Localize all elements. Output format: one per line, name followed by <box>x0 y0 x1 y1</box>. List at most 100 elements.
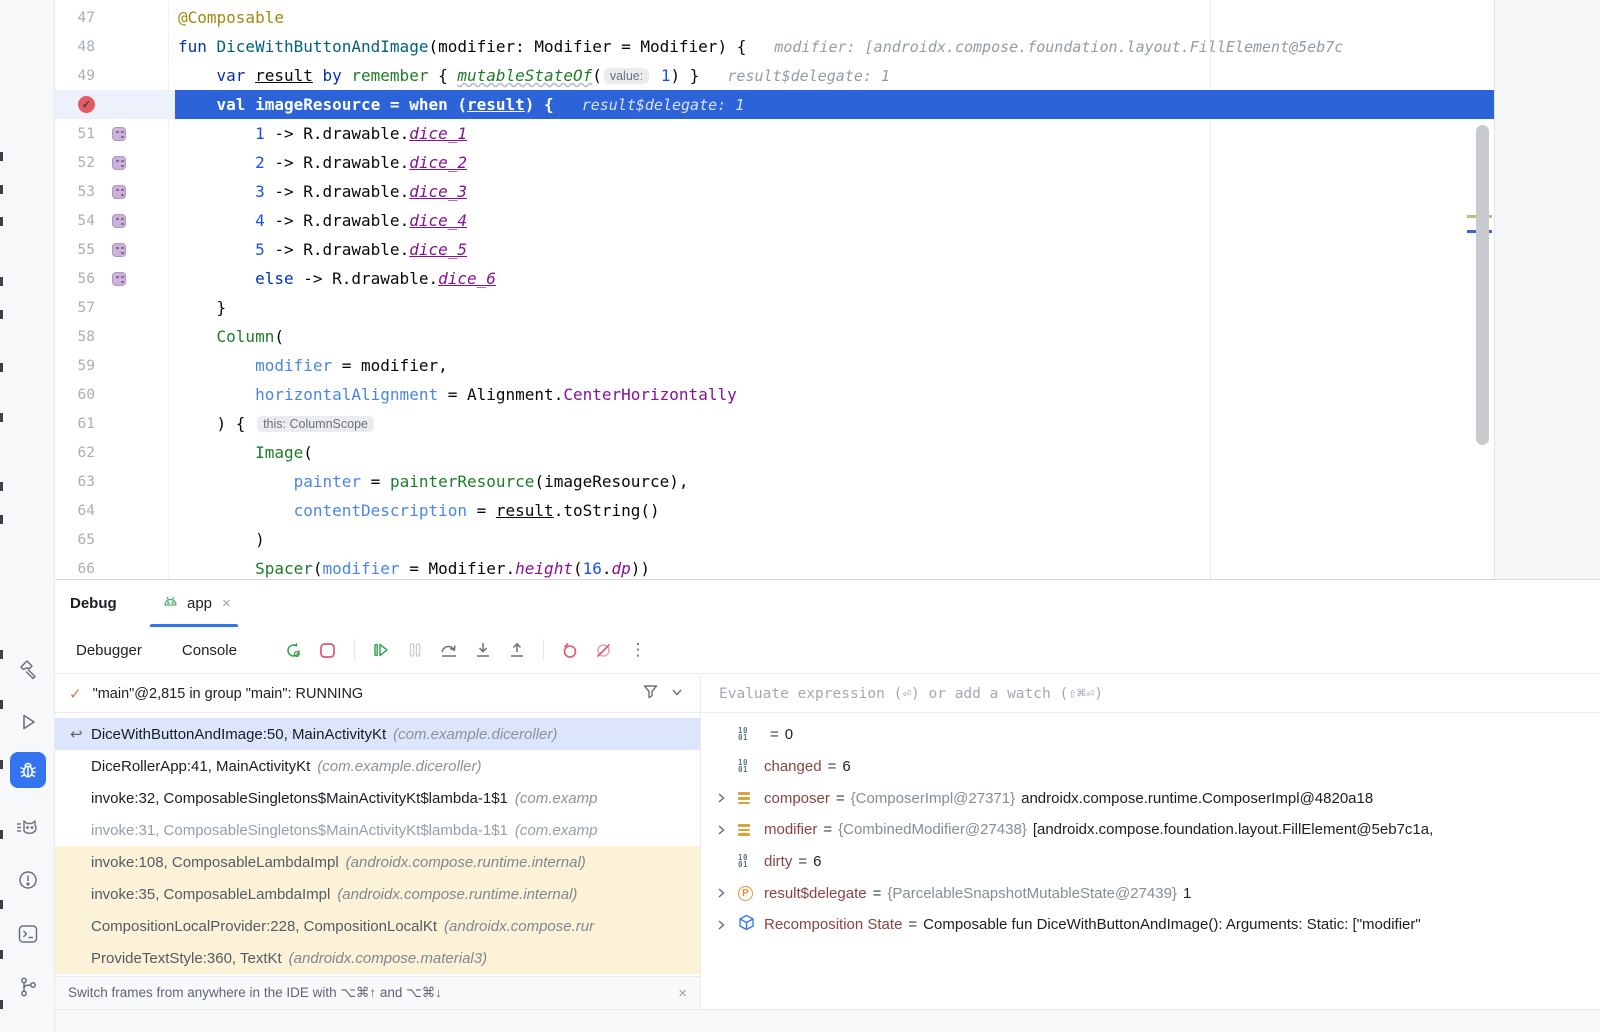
problems-tool-button[interactable] <box>10 862 46 898</box>
line-number[interactable]: 53 <box>55 184 95 200</box>
stack-frame-row[interactable]: invoke:32, ComposableSingletons$MainActi… <box>55 782 700 814</box>
code-line[interactable]: 47@Composable <box>55 3 1494 32</box>
editor-scrollbar[interactable] <box>1476 125 1489 445</box>
clipped-edge-mark <box>0 950 3 959</box>
variable-row[interactable]: 1001=0 <box>701 719 1600 751</box>
line-number[interactable]: 57 <box>55 300 95 316</box>
variable-row[interactable]: composer={ComposerImpl@27371}androidx.co… <box>701 782 1600 814</box>
line-number[interactable]: 64 <box>55 503 95 519</box>
stack-frame-row[interactable]: invoke:108, ComposableLambdaImpl(android… <box>55 846 700 878</box>
variable-value: 0 <box>785 726 793 743</box>
expand-chevron-icon[interactable] <box>715 792 738 804</box>
view-breakpoints-icon[interactable] <box>557 637 583 663</box>
chevron-down-icon[interactable] <box>670 685 684 703</box>
code-line[interactable]: 51 1 -> R.drawable.dice_1 <box>55 119 1494 148</box>
dice-resource-icon <box>112 127 126 141</box>
line-number[interactable]: 58 <box>55 329 95 345</box>
thread-selector[interactable]: ✓ "main"@2,815 in group "main": RUNNING <box>55 675 700 713</box>
code-line[interactable]: 62 Image( <box>55 438 1494 467</box>
line-number[interactable]: 55 <box>55 242 95 258</box>
variable-row[interactable]: Recomposition State=Composable fun DiceW… <box>701 909 1600 941</box>
line-number[interactable]: 63 <box>55 474 95 490</box>
variable-name: composer <box>764 790 830 807</box>
code-line[interactable]: ✓ val imageResource = when (result) {res… <box>55 90 1494 119</box>
line-number[interactable]: 61 <box>55 416 95 432</box>
code-text: } <box>175 293 1494 322</box>
line-number[interactable]: 66 <box>55 561 95 577</box>
filter-icon[interactable] <box>642 683 659 704</box>
profiler-tool-button[interactable] <box>10 810 46 846</box>
stack-frame-row[interactable]: ↩DiceWithButtonAndImage:50, MainActivity… <box>55 718 700 750</box>
stack-frame-row[interactable]: CompositionLocalProvider:228, Compositio… <box>55 910 700 942</box>
run-tool-button[interactable] <box>10 704 46 740</box>
version-control-tool-button[interactable] <box>10 969 46 1005</box>
stack-frame-row[interactable]: invoke:31, ComposableSingletons$MainActi… <box>55 814 700 846</box>
pause-icon[interactable] <box>402 637 428 663</box>
mute-breakpoints-icon[interactable] <box>591 637 617 663</box>
variable-row[interactable]: Presult$delegate={ParcelableSnapshotMuta… <box>701 877 1600 909</box>
more-actions-icon[interactable]: ⋮ <box>625 637 651 663</box>
tab-console[interactable]: Console <box>182 642 237 659</box>
variable-row[interactable]: 1001dirty=6 <box>701 846 1600 878</box>
line-number[interactable]: ✓ <box>55 96 95 113</box>
line-number[interactable]: 56 <box>55 271 95 287</box>
code-line[interactable]: 59 modifier = modifier, <box>55 351 1494 380</box>
property-icon: P <box>738 886 753 901</box>
thread-status-icon: ✓ <box>69 685 82 703</box>
editor-right-gutter <box>1494 0 1600 579</box>
build-tool-button[interactable] <box>10 652 46 688</box>
expand-chevron-icon[interactable] <box>715 824 738 836</box>
variable-name: Recomposition State <box>764 916 902 933</box>
resume-icon[interactable] <box>368 637 394 663</box>
code-line[interactable]: 49 var result by remember { mutableState… <box>55 61 1494 90</box>
close-icon[interactable]: × <box>222 595 231 612</box>
line-number[interactable]: 47 <box>55 10 95 26</box>
gutter-icon-area <box>95 214 175 228</box>
stop-icon[interactable] <box>315 637 341 663</box>
code-line[interactable]: 65 ) <box>55 525 1494 554</box>
code-line[interactable]: 58 Column( <box>55 322 1494 351</box>
code-editor[interactable]: 47@Composable48fun DiceWithButtonAndImag… <box>55 0 1600 579</box>
code-line[interactable]: 55 5 -> R.drawable.dice_5 <box>55 235 1494 264</box>
line-number[interactable]: 60 <box>55 387 95 403</box>
expand-chevron-icon[interactable] <box>715 887 738 899</box>
line-number[interactable]: 52 <box>55 155 95 171</box>
code-line[interactable]: 54 4 -> R.drawable.dice_4 <box>55 206 1494 235</box>
code-line[interactable]: 66 Spacer(modifier = Modifier.height(16.… <box>55 554 1494 579</box>
code-line[interactable]: 53 3 -> R.drawable.dice_3 <box>55 177 1494 206</box>
line-number[interactable]: 59 <box>55 358 95 374</box>
step-out-icon[interactable] <box>504 637 530 663</box>
breakpoint-icon[interactable]: ✓ <box>78 96 95 113</box>
step-into-icon[interactable] <box>470 637 496 663</box>
line-number[interactable]: 65 <box>55 532 95 548</box>
line-number[interactable]: 49 <box>55 68 95 84</box>
equals-sign: = <box>836 790 845 807</box>
code-text: Image( <box>175 438 1494 467</box>
stack-frame-row[interactable]: DiceRollerApp:41, MainActivityKt(com.exa… <box>55 750 700 782</box>
step-over-icon[interactable] <box>436 637 462 663</box>
code-line[interactable]: 56 else -> R.drawable.dice_6 <box>55 264 1494 293</box>
variable-row[interactable]: modifier={CombinedModifier@27438}[androi… <box>701 814 1600 846</box>
code-line[interactable]: 57 } <box>55 293 1494 322</box>
stack-frame-row[interactable]: invoke:35, ComposableLambdaImpl(androidx… <box>55 878 700 910</box>
debug-tool-button[interactable] <box>10 752 46 788</box>
line-number[interactable]: 54 <box>55 213 95 229</box>
expand-chevron-icon[interactable] <box>715 919 738 931</box>
stack-frame-row[interactable]: ProvideTextStyle:360, TextKt(androidx.co… <box>55 942 700 974</box>
code-line[interactable]: 61 ) { this: ColumnScope <box>55 409 1494 438</box>
code-line[interactable]: 63 painter = painterResource(imageResour… <box>55 467 1494 496</box>
line-number[interactable]: 62 <box>55 445 95 461</box>
line-number[interactable]: 48 <box>55 39 95 55</box>
variable-row[interactable]: 1001changed=6 <box>701 751 1600 783</box>
code-line[interactable]: 52 2 -> R.drawable.dice_2 <box>55 148 1494 177</box>
code-line[interactable]: 64 contentDescription = result.toString(… <box>55 496 1494 525</box>
code-line[interactable]: 60 horizontalAlignment = Alignment.Cente… <box>55 380 1494 409</box>
evaluate-expression-input[interactable]: Evaluate expression (⏎) or add a watch (… <box>701 675 1600 713</box>
rerun-icon[interactable] <box>281 637 307 663</box>
tab-app[interactable]: app × <box>150 580 243 627</box>
code-line[interactable]: 48fun DiceWithButtonAndImage(modifier: M… <box>55 32 1494 61</box>
line-number[interactable]: 51 <box>55 126 95 142</box>
banner-close-icon[interactable]: × <box>678 985 687 1002</box>
terminal-tool-button[interactable] <box>10 916 46 952</box>
tab-debugger[interactable]: Debugger <box>76 642 142 659</box>
